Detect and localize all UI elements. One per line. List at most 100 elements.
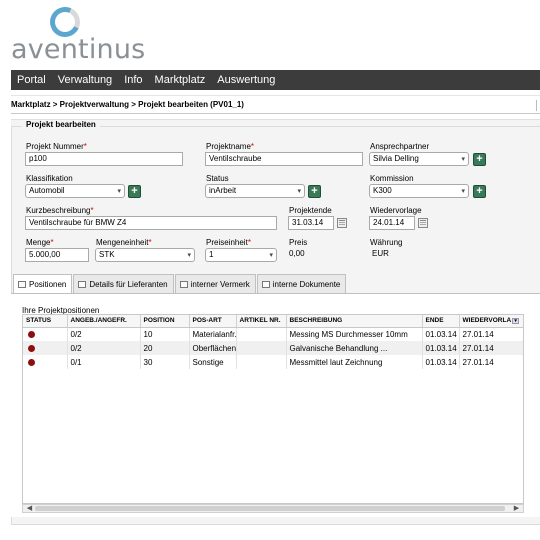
calendar-icon[interactable] <box>337 218 347 228</box>
status-cell <box>23 355 68 369</box>
nav-verwaltung[interactable]: Verwaltung <box>52 70 118 90</box>
col-wiedervorlage[interactable]: WIEDERVORLA ▾ <box>459 315 523 328</box>
status-select[interactable]: inArbeit ▾ <box>205 184 305 198</box>
artikel-cell <box>236 355 287 369</box>
positions-grid: STATUS ANGEB./ANGEFR. POSITION POS-ART A… <box>22 314 524 504</box>
kommission-select[interactable]: K300 ▾ <box>369 184 469 198</box>
scroll-right-icon[interactable]: ▶ <box>512 505 521 512</box>
projektende-input[interactable]: 31.03.14 <box>288 216 334 230</box>
status-red-icon <box>28 331 35 339</box>
tab-interne-dokumente[interactable]: interne Dokumente <box>256 274 347 293</box>
table-row[interactable]: 0/2 20 Oberflächen Galvanische Behandlun… <box>23 341 523 355</box>
menge-label: Menge* <box>26 238 54 247</box>
col-posart[interactable]: POS-ART <box>189 315 237 328</box>
brand-name: aventinus <box>11 34 146 65</box>
tab-interner-vermerk[interactable]: interner Vermerk <box>174 274 256 293</box>
list-icon <box>18 280 26 288</box>
wiedervorlage-label: Wiedervorlage <box>370 206 422 215</box>
posart-cell: Sonstige <box>189 355 237 369</box>
kurzbeschreibung-label: Kurzbeschreibung* <box>26 206 94 215</box>
col-position[interactable]: POSITION <box>140 315 190 328</box>
breadcrumb: Marktplatz > Projektverwaltung > Projekt… <box>11 100 244 109</box>
add-status-button[interactable]: + <box>308 185 321 198</box>
status-label: Status <box>206 174 229 183</box>
klassifikation-label: Klassifikation <box>26 174 73 183</box>
logo-area: aventinus <box>0 0 540 70</box>
preiseinheit-select[interactable]: 1 ▾ <box>205 248 277 262</box>
note-icon <box>179 280 188 288</box>
position-cell: 30 <box>140 355 190 369</box>
breadcrumb-bar: Marktplatz > Projektverwaltung > Projekt… <box>11 95 540 114</box>
preis-value: 0,00 <box>289 249 305 258</box>
chevron-down-icon: ▾ <box>117 188 121 195</box>
ende-cell: 01.03.14 <box>422 327 460 341</box>
ansprechpartner-label: Ansprechpartner <box>370 142 430 151</box>
table-row[interactable]: 0/2 10 Materialanfr. Messing MS Durchmes… <box>23 327 523 341</box>
col-status[interactable]: STATUS <box>23 315 68 328</box>
beschreibung-cell: Messing MS Durchmesser 10mm <box>286 327 423 341</box>
tab-positionen[interactable]: Positionen <box>13 274 73 293</box>
wv-cell: 27.01.14 <box>459 327 523 341</box>
nav-auswertung[interactable]: Auswertung <box>211 70 281 90</box>
kommission-label: Kommission <box>370 174 414 183</box>
documents-icon <box>261 280 270 288</box>
status-cell <box>23 327 68 341</box>
details-icon <box>78 280 87 288</box>
add-klassifikation-button[interactable]: + <box>128 185 141 198</box>
section-title: Projekt bearbeiten <box>22 120 100 129</box>
ansprechpartner-select[interactable]: Silvia Delling ▾ <box>369 152 469 166</box>
waehrung-value: EUR <box>372 249 389 258</box>
mengeneinheit-select[interactable]: STK ▾ <box>95 248 195 262</box>
tab-bar: Positionen Details für Lieferanten inter… <box>13 274 347 293</box>
waehrung-label: Währung <box>370 238 403 247</box>
add-ansprechpartner-button[interactable]: + <box>473 153 486 166</box>
position-cell: 20 <box>140 341 190 355</box>
chevron-down-icon: ▾ <box>269 252 273 259</box>
edit-panel: Projekt bearbeiten Projekt Nummer* p100 … <box>11 119 540 525</box>
projektnummer-label: Projekt Nummer* <box>26 142 87 151</box>
beschreibung-cell: Messmittel laut Zeichnung <box>286 355 423 369</box>
projektnummer-input[interactable]: p100 <box>25 152 183 166</box>
chevron-down-icon: ▾ <box>461 188 465 195</box>
projektende-label: Projektende <box>289 206 332 215</box>
tab-details-lieferanten[interactable]: Details für Lieferanten <box>73 274 174 293</box>
status-red-icon <box>28 344 35 352</box>
artikel-cell <box>236 327 287 341</box>
projektname-input[interactable]: Ventilschraube <box>205 152 363 166</box>
preis-label: Preis <box>289 238 308 247</box>
ende-cell: 01.03.14 <box>422 355 460 369</box>
col-ende[interactable]: ENDE <box>422 315 460 328</box>
klassifikation-select[interactable]: Automobil ▾ <box>25 184 125 198</box>
chevron-down-icon: ▾ <box>187 252 191 259</box>
angeb-cell: 0/1 <box>67 355 141 369</box>
column-menu-icon[interactable]: ▾ <box>512 317 520 324</box>
scrollbar-thumb[interactable] <box>35 506 505 511</box>
nav-marktplatz[interactable]: Marktplatz <box>149 70 212 90</box>
col-artikel[interactable]: ARTIKEL NR. <box>236 315 287 328</box>
calendar-icon[interactable] <box>418 218 428 228</box>
menge-input[interactable]: 5.000,00 <box>25 248 89 262</box>
chevron-down-icon: ▾ <box>461 156 465 163</box>
status-red-icon <box>28 358 35 366</box>
projektname-label: Projektname* <box>206 142 255 151</box>
position-cell: 10 <box>140 327 190 341</box>
angeb-cell: 0/2 <box>67 341 141 355</box>
nav-portal[interactable]: Portal <box>11 70 52 90</box>
preiseinheit-label: Preiseinheit* <box>206 238 251 247</box>
positions-tab-body: Ihre Projektpositionen STATUS ANGEB./ANG… <box>11 293 540 517</box>
add-kommission-button[interactable]: + <box>473 185 486 198</box>
chevron-down-icon: ▾ <box>297 188 301 195</box>
col-beschreibung[interactable]: BESCHREIBUNG <box>286 315 423 328</box>
kurzbeschreibung-input[interactable]: Ventilschraube für BMW Z4 <box>25 216 277 230</box>
table-row[interactable]: 0/1 30 Sonstige Messmittel laut Zeichnun… <box>23 355 523 369</box>
beschreibung-cell: Galvanische Behandlung ... <box>286 341 423 355</box>
col-angeb[interactable]: ANGEB./ANGEFR. <box>67 315 141 328</box>
scroll-left-icon[interactable]: ◀ <box>25 505 34 512</box>
horizontal-scrollbar[interactable]: ◀ ▶ <box>22 504 524 513</box>
nav-info[interactable]: Info <box>118 70 148 90</box>
posart-cell: Materialanfr. <box>189 327 237 341</box>
wiedervorlage-input[interactable]: 24.01.14 <box>369 216 415 230</box>
ende-cell: 01.03.14 <box>422 341 460 355</box>
artikel-cell <box>236 341 287 355</box>
posart-cell: Oberflächen <box>189 341 237 355</box>
